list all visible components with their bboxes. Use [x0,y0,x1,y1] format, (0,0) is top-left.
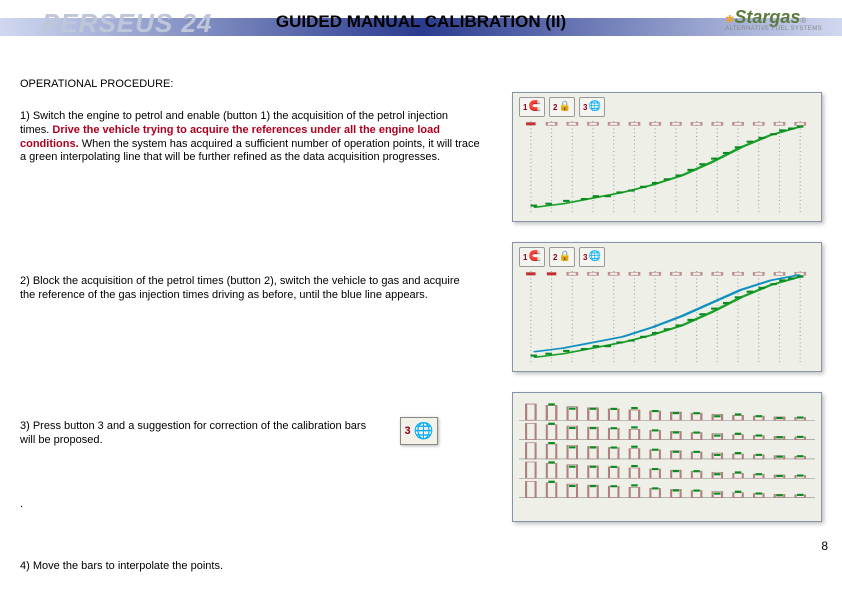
globe-icon: 🌐 [414,421,434,441]
step-1-text: 1) Switch the engine to petrol and enabl… [20,110,480,165]
section-heading: OPERATIONAL PROCEDURE: [20,78,173,90]
lock-icon: 🔒 [559,252,571,262]
logo-text-pre: Star [734,7,769,27]
chart-plot-3 [519,399,815,515]
chart-panel-petrol: 1🧲 2🔒 3🌐 [512,92,822,222]
page-number: 8 [821,539,828,553]
chart-panel-gas: 1🧲 2🔒 3🌐 [512,242,822,372]
step-2-text: 2) Block the acquisition of the petrol t… [20,275,470,303]
step-1-part-b: When the system has acquired a sufficien… [20,138,480,164]
suggest-correction-button[interactable]: 3🌐 [579,247,605,267]
lock-icon: 🔒 [559,102,571,112]
toolbar: 1🧲 2🔒 3🌐 [519,97,605,117]
button-3-illustration: 3 🌐 [400,417,438,445]
step-4-text: 4) Move the bars to interpolate the poin… [20,560,420,574]
slide-header: PERSEUS 24 GUIDED MANUAL CALIBRATION (II… [0,0,842,48]
magnet-icon: 🧲 [529,102,541,112]
star-icon: ✱ [725,14,734,26]
acquire-petrol-button[interactable]: 1🧲 [519,97,545,117]
toolbar: 1🧲 2🔒 3🌐 [519,247,605,267]
logo-text-post: gas [769,7,800,27]
acquire-petrol-button[interactable]: 1🧲 [519,247,545,267]
slide-title: GUIDED MANUAL CALIBRATION (II) [0,12,842,32]
logo-tagline: ALTERNATIVE FUEL SYSTEMS [725,26,822,32]
suggest-correction-button[interactable]: 3🌐 [579,97,605,117]
step-3-text: 3) Press button 3 and a suggestion for c… [20,420,380,448]
chart-panel-bars [512,392,822,522]
lock-petrol-button[interactable]: 2🔒 [549,247,575,267]
brand-logo: ✱Stargas® ALTERNATIVE FUEL SYSTEMS [725,8,822,32]
chart-plot-2 [519,271,815,365]
orphan-dot: . [20,498,23,510]
magnet-icon: 🧲 [529,252,541,262]
lock-petrol-button[interactable]: 2🔒 [549,97,575,117]
button-3-number: 3 [404,425,410,437]
chart-plot-1 [519,121,815,215]
globe-icon: 🌐 [589,252,601,262]
globe-icon: 🌐 [589,102,601,112]
